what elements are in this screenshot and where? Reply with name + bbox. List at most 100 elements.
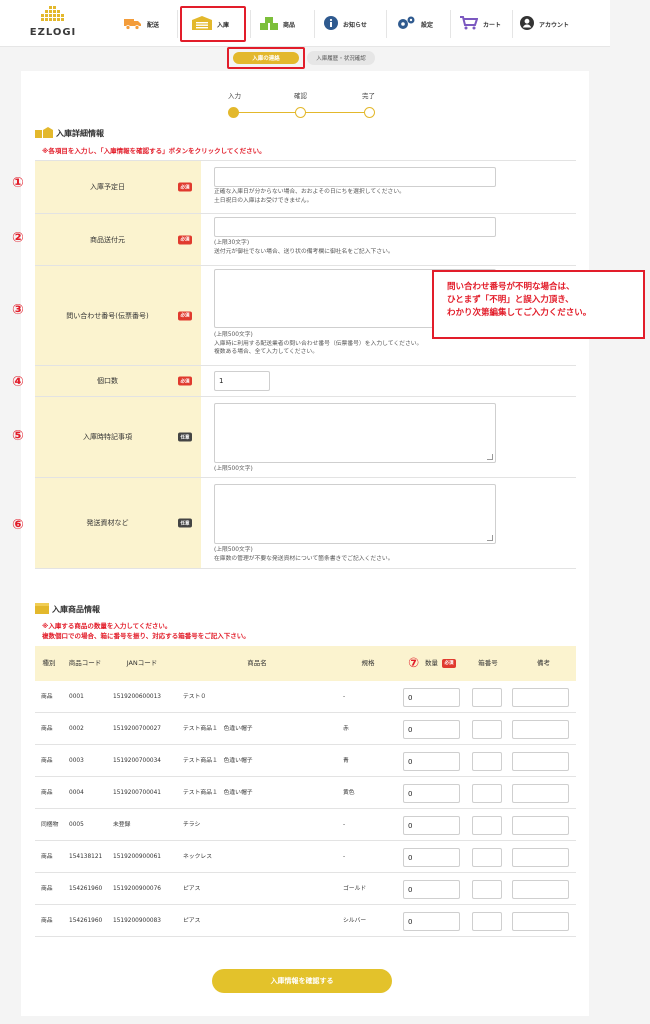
- nav-label-notices: お知らせ: [343, 21, 367, 29]
- cart-icon: [460, 16, 479, 32]
- nav-item-receiving[interactable]: 入庫: [180, 6, 246, 42]
- cell-type: 商品: [41, 694, 53, 700]
- form-row-package-count: 個口数 必須 1: [35, 366, 576, 397]
- cell-type: 商品: [41, 790, 53, 796]
- box-number-input[interactable]: [472, 880, 502, 899]
- memo-input[interactable]: [512, 912, 569, 931]
- cell-type: 同梱物: [41, 822, 59, 828]
- nav-item-account[interactable]: アカウント: [520, 6, 586, 42]
- nav-item-products[interactable]: 商品: [260, 6, 310, 42]
- optional-badge: 任意: [178, 518, 192, 528]
- cell-name: ピアス: [183, 918, 201, 924]
- nav-label-cart: カート: [483, 21, 502, 29]
- box-number-input[interactable]: [472, 816, 502, 835]
- quantity-input[interactable]: 0: [403, 816, 460, 835]
- cell-spec: -: [343, 694, 346, 700]
- required-badge: 必須: [178, 311, 192, 320]
- col-jan: JANコード: [126, 659, 158, 667]
- required-badge: 必須: [442, 659, 456, 668]
- box-number-input[interactable]: [472, 912, 502, 931]
- cell-jan: 1519200700027: [113, 726, 161, 732]
- tab-receiving-notice[interactable]: 入庫の連絡: [233, 52, 299, 64]
- col-name: 商品名: [247, 659, 267, 667]
- nav-item-settings[interactable]: 設定: [396, 6, 446, 42]
- memo-input[interactable]: [512, 880, 569, 899]
- nav-item-delivery[interactable]: 配送: [124, 6, 174, 42]
- marker-6: ⑥: [12, 517, 24, 533]
- memo-input[interactable]: [512, 816, 569, 835]
- table-row: 同梱物 0005 未登録 チラシ - 0: [35, 809, 576, 841]
- tracking-callout: 問い合わせ番号が不明な場合は、 ひとまず「不明」と誤入力頂き、 わかり次第編集し…: [432, 270, 645, 339]
- logo[interactable]: EZLOGI: [20, 6, 86, 42]
- quantity-input[interactable]: 0: [403, 784, 460, 803]
- products-note: ※入庫する商品の数量を入力してください。 複数個口での場合、箱に番号を振り、対応…: [42, 621, 250, 641]
- box-number-input[interactable]: [472, 848, 502, 867]
- sender-input[interactable]: [214, 217, 496, 237]
- cell-spec: -: [343, 822, 346, 828]
- cell-jan: 1519200900076: [113, 886, 161, 892]
- header: EZLOGI 配送 入庫 商品 お知らせ 設定 カート アカウント: [0, 0, 610, 47]
- quantity-input[interactable]: 0: [403, 688, 460, 707]
- package-count-input[interactable]: 1: [214, 371, 270, 391]
- nav-divider: [450, 10, 451, 38]
- col-code: 商品コード: [68, 659, 102, 667]
- boxes-icon: [260, 16, 278, 32]
- quantity-input[interactable]: 0: [403, 752, 460, 771]
- form-row-special-notes: 入庫時特記事項 任意 (上限500文字): [35, 397, 576, 478]
- products-title-text: 入庫商品情報: [52, 605, 100, 614]
- box-number-input[interactable]: [472, 720, 502, 739]
- truck-icon: [124, 17, 142, 32]
- help-line: 土日祝日の入庫はお受けできません。: [214, 197, 313, 204]
- form-label-cell: 発送資材など 任意: [35, 478, 201, 568]
- table-row: 商品 154261960 1519200900083 ピアス シルバー 0: [35, 905, 576, 937]
- memo-input[interactable]: [512, 752, 569, 771]
- nav-divider: [314, 10, 315, 38]
- cell-spec: 赤: [343, 726, 349, 732]
- cell-name: テスト０: [183, 694, 207, 700]
- quantity-input[interactable]: 0: [403, 880, 460, 899]
- cell-code: 154261960: [69, 886, 103, 892]
- cell-type: 商品: [41, 758, 53, 764]
- arrival-date-input[interactable]: [214, 167, 496, 187]
- account-icon: [520, 16, 534, 32]
- col-box: 箱番号: [478, 659, 498, 667]
- table-row: 商品 154261960 1519200900076 ピアス ゴールド 0: [35, 873, 576, 905]
- label-arrival-date: 入庫予定日: [90, 183, 125, 191]
- step-dot-input: [228, 107, 239, 118]
- table-row: 商品 0002 1519200700027 テスト商品１ 色違い帽子 赤 0: [35, 713, 576, 745]
- quantity-input[interactable]: 0: [403, 720, 460, 739]
- nav-divider: [386, 10, 387, 38]
- marker-7: ⑦: [407, 656, 419, 671]
- nav-item-notices[interactable]: お知らせ: [324, 6, 386, 42]
- cell-name: ピアス: [183, 886, 201, 892]
- confirm-button[interactable]: 入庫情報を確認する: [212, 969, 392, 993]
- materials-textarea[interactable]: [214, 484, 496, 544]
- label-tracking: 問い合わせ番号(伝票番号): [66, 311, 149, 320]
- memo-input[interactable]: [512, 784, 569, 803]
- box-number-input[interactable]: [472, 752, 502, 771]
- cell-code: 154138121: [69, 854, 103, 860]
- special-notes-textarea[interactable]: [214, 403, 496, 463]
- nav-label-settings: 設定: [421, 21, 434, 29]
- quantity-input[interactable]: 0: [403, 848, 460, 867]
- cell-name: ネックレス: [183, 854, 212, 860]
- nav-item-cart[interactable]: カート: [460, 6, 510, 42]
- cell-jan: 1519200600013: [113, 694, 161, 700]
- label-sender: 商品送付元: [90, 235, 125, 244]
- table-row: 商品 0003 1519200700034 テスト商品１ 色違い帽子 青 0: [35, 745, 576, 777]
- quantity-input[interactable]: 0: [403, 912, 460, 931]
- help-line: (上限500文字): [214, 332, 253, 338]
- cell-jan: 1519200700034: [113, 758, 161, 764]
- required-badge: 必須: [178, 376, 192, 386]
- tab-receiving-history[interactable]: 入庫履歴・状況確認: [307, 51, 375, 65]
- box-number-input[interactable]: [472, 688, 502, 707]
- memo-input[interactable]: [512, 848, 569, 867]
- box-number-input[interactable]: [472, 784, 502, 803]
- callout-line: 問い合わせ番号が不明な場合は、: [447, 282, 575, 292]
- memo-input[interactable]: [512, 720, 569, 739]
- cell-code: 0001: [69, 694, 84, 700]
- col-qty-label: 数量: [425, 659, 438, 667]
- cell-spec: 黄色: [343, 790, 355, 796]
- marker-5: ⑤: [12, 428, 24, 444]
- memo-input[interactable]: [512, 688, 569, 707]
